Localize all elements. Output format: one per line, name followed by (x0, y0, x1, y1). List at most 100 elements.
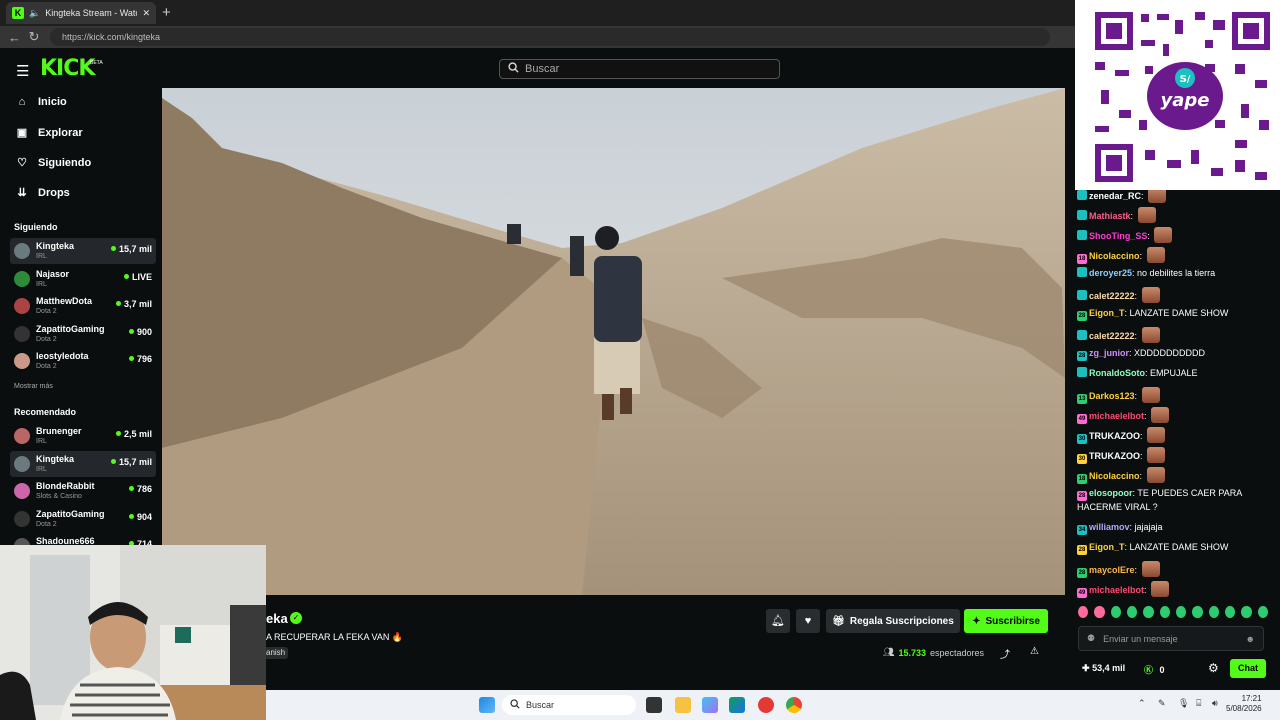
report-icon[interactable]: ⚠ (1030, 646, 1039, 657)
windows-start-icon[interactable] (479, 697, 495, 713)
search-input[interactable]: Buscar (499, 59, 780, 79)
url-field[interactable]: https://kick.com/kingteka (50, 28, 1050, 46)
chat-message[interactable]: ShooTing_SS: (1077, 227, 1273, 243)
chat-message[interactable]: 18 Nicolaccino: (1077, 467, 1273, 484)
chat-username[interactable]: Darkos123 (1089, 391, 1135, 401)
smile-icon[interactable]: ☻ (1246, 634, 1255, 644)
chat-message[interactable]: 28 zg_junior: XDDDDDDDDDD (1077, 347, 1273, 361)
chat-message[interactable]: 18 Nicolaccino: (1077, 247, 1273, 264)
notification-bell-button[interactable]: 🔔︎ (766, 609, 790, 633)
chat-message[interactable]: 49 michaelelbot: (1077, 581, 1273, 598)
chat-send-button[interactable]: Chat (1230, 659, 1266, 678)
chat-username[interactable]: Eigon_T (1089, 542, 1125, 552)
emote-icon[interactable] (1241, 606, 1252, 618)
chat-message[interactable]: 28 Eigon_T: LANZATE DAME SHOW (1077, 307, 1273, 321)
sidebar-nav-drops[interactable]: ⇊ Drops (16, 186, 69, 200)
edge-icon[interactable] (729, 697, 745, 713)
emote-icon[interactable] (1094, 606, 1105, 618)
chat-username[interactable]: michaelelbot (1089, 411, 1144, 421)
emote-icon[interactable] (1110, 606, 1121, 618)
channel-points[interactable]: ✚ 53,4 mil (1082, 663, 1125, 674)
network-icon[interactable]: ⌸ (1196, 698, 1201, 709)
menu-icon[interactable]: ☰ (16, 62, 29, 80)
video-player[interactable] (162, 88, 1065, 595)
emote-icon[interactable] (1192, 606, 1203, 618)
speaker-icon[interactable]: 🔈 (29, 8, 40, 19)
follow-button[interactable]: ♥ (796, 609, 820, 633)
sidebar-nav-inicio[interactable]: ⌂ Inicio (16, 96, 67, 108)
chat-message[interactable]: Mathiastk: (1077, 207, 1273, 223)
sidebar-channel[interactable]: leostyledota Dota 2 796 (10, 348, 156, 374)
chat-message[interactable]: 13 Darkos123: (1077, 387, 1273, 404)
show-more-link[interactable]: Mostrar más (14, 383, 53, 390)
chat-message[interactable]: calet22222: (1077, 287, 1273, 303)
new-tab-button[interactable]: + (162, 4, 171, 21)
copilot-icon[interactable] (702, 697, 718, 713)
chat-username[interactable]: Mathiastk (1089, 211, 1131, 221)
emote-picker-icon[interactable]: ⚉ (1087, 633, 1095, 644)
chat-username[interactable]: TRUKAZOO (1089, 431, 1140, 441)
chat-username[interactable]: maycolEre (1089, 565, 1135, 575)
emote-icon[interactable] (1126, 606, 1138, 618)
chat-username[interactable]: elosopoor (1089, 488, 1133, 498)
sidebar-channel[interactable]: ZapatitoGaming Dota 2 900 (10, 321, 156, 347)
emote-icon[interactable] (1143, 606, 1154, 618)
chat-username[interactable]: RonaldoSoto (1089, 368, 1145, 378)
chat-message[interactable]: 28 elosopoor: TE PUEDES CAER PARA HACERME… (1077, 487, 1273, 514)
emote-icon[interactable] (1159, 606, 1170, 618)
file-explorer-icon[interactable] (675, 697, 691, 713)
microphone-icon[interactable]: 🎙︎ (1178, 698, 1189, 709)
chat-username[interactable]: TRUKAZOO (1089, 451, 1140, 461)
gift-subs-button[interactable]: 🎁︎ Regala Suscripciones (826, 609, 960, 633)
emote-icon[interactable] (1224, 606, 1236, 618)
share-icon[interactable]: ⤴ (1000, 646, 1010, 661)
chat-username[interactable]: williamov (1089, 522, 1130, 532)
chat-username[interactable]: ShooTing_SS (1089, 231, 1147, 241)
chrome-icon[interactable] (786, 697, 802, 713)
sidebar-channel[interactable]: Najasor IRL LIVE (10, 266, 156, 292)
sidebar-channel[interactable]: ZapatitoGaming Dota 2 904 (10, 506, 156, 532)
chat-message[interactable]: 34 williamov: jajajaja (1077, 521, 1273, 535)
sidebar-channel[interactable]: Kingteka IRL 15,7 mil (10, 450, 156, 477)
gear-icon[interactable]: ⚙ (1208, 661, 1219, 675)
chat-username[interactable]: Nicolaccino (1089, 251, 1140, 261)
chat-username[interactable]: calet22222 (1089, 331, 1135, 341)
system-clock[interactable]: 17:21 5/08/2026 (1226, 694, 1262, 714)
task-view-icon[interactable] (646, 697, 662, 713)
chat-username[interactable]: calet22222 (1089, 291, 1135, 301)
emote-icon[interactable] (1078, 606, 1089, 618)
streamer-name[interactable]: eka (266, 611, 288, 626)
sidebar-channel[interactable]: Kingteka IRL 15,7 mil (10, 238, 156, 264)
sidebar-channel[interactable]: Brunenger IRL 2,5 mil (10, 423, 156, 449)
back-icon[interactable]: ← (8, 30, 21, 45)
chat-message[interactable]: 49 michaelelbot: (1077, 407, 1273, 424)
tray-chevron-icon[interactable]: ⌃ (1138, 698, 1146, 709)
chat-username[interactable]: Eigon_T (1089, 308, 1125, 318)
reload-icon[interactable]: ↻ (28, 29, 40, 45)
kick-coins[interactable]: Ⓚ 0 (1144, 663, 1165, 676)
sidebar-channel[interactable]: BlondeRabbit Slots & Casino 786 (10, 478, 156, 504)
app-icon[interactable] (758, 697, 774, 713)
emote-icon[interactable] (1208, 606, 1219, 618)
volume-icon[interactable]: 🔊︎ (1212, 698, 1218, 709)
chat-message[interactable]: deroyer25: no debilites la tierra (1077, 267, 1273, 280)
chat-username[interactable]: michaelelbot (1089, 585, 1144, 595)
chat-message[interactable]: 28 Eigon_T: LANZATE DAME SHOW (1077, 541, 1273, 555)
sidebar-channel[interactable]: MatthewDota Dota 2 3,7 mil (10, 293, 156, 319)
pen-icon[interactable]: ✎ (1158, 698, 1166, 709)
browser-tab[interactable]: K 🔈 Kingteka Stream - Watch Live ✕ (6, 2, 156, 24)
chat-username[interactable]: zg_junior (1089, 348, 1129, 358)
chat-username[interactable]: zenedar_RC (1089, 191, 1141, 201)
chat-message[interactable]: calet22222: (1077, 327, 1273, 343)
subscribe-button[interactable]: ✦ Suscribirse (964, 609, 1048, 633)
language-tag[interactable]: anish (266, 647, 288, 659)
taskbar-search[interactable]: Buscar (502, 695, 636, 715)
chat-message[interactable]: 30 TRUKAZOO: (1077, 447, 1273, 464)
chat-message[interactable]: RonaldoSoto: EMPUJALE (1077, 367, 1273, 380)
chat-message[interactable]: 28 maycolEre: (1077, 561, 1273, 578)
chat-username[interactable]: Nicolaccino (1089, 471, 1140, 481)
chat-message[interactable]: 30 TRUKAZOO: (1077, 427, 1273, 444)
sidebar-nav-explorar[interactable]: ▣ Explorar (16, 126, 83, 140)
close-tab-icon[interactable]: ✕ (142, 8, 150, 19)
chat-username[interactable]: deroyer25 (1089, 268, 1132, 278)
